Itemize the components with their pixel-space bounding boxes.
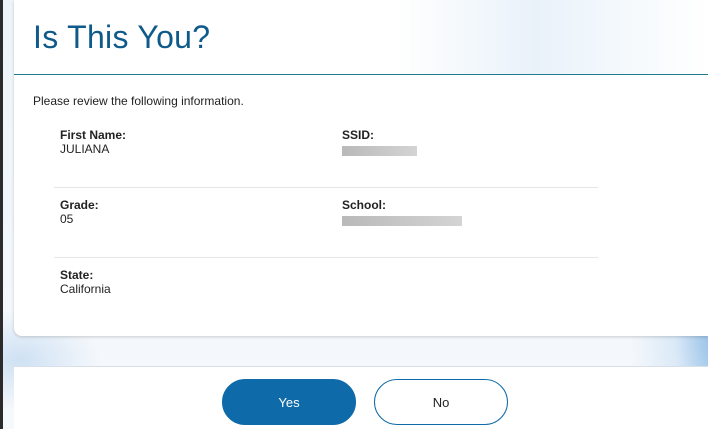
state-label: State: (60, 268, 94, 282)
first-name-label: First Name: (60, 128, 127, 142)
yes-button[interactable]: Yes (222, 379, 356, 425)
info-row: First Name: JULIANA SSID: (54, 118, 598, 188)
info-row: Grade: 05 School: (54, 188, 598, 258)
ssid-field: SSID: (342, 128, 417, 156)
state-value: California (60, 282, 111, 296)
no-button[interactable]: No (374, 379, 508, 425)
info-row: State: California (54, 258, 598, 328)
card-header: Is This You? (14, 0, 708, 75)
first-name-value: JULIANA (60, 142, 110, 156)
school-label: School: (342, 198, 386, 212)
school-redacted-value (342, 216, 462, 226)
grade-value: 05 (60, 212, 74, 226)
confirmation-card: Is This You? Please review the following… (14, 0, 708, 336)
ssid-redacted-value (342, 146, 417, 156)
ssid-label: SSID: (342, 128, 375, 142)
window-edge (0, 0, 3, 429)
school-field: School: (342, 198, 462, 226)
page-title: Is This You? (33, 19, 211, 55)
footer-bar (14, 366, 708, 429)
first-name-field: First Name: JULIANA (60, 128, 126, 157)
intro-text: Please review the following information. (33, 94, 244, 108)
info-grid: First Name: JULIANA SSID: Grade: 05 Scho… (54, 118, 598, 328)
grade-label: Grade: (60, 198, 99, 212)
state-field: State: California (60, 268, 111, 297)
grade-field: Grade: 05 (60, 198, 99, 227)
